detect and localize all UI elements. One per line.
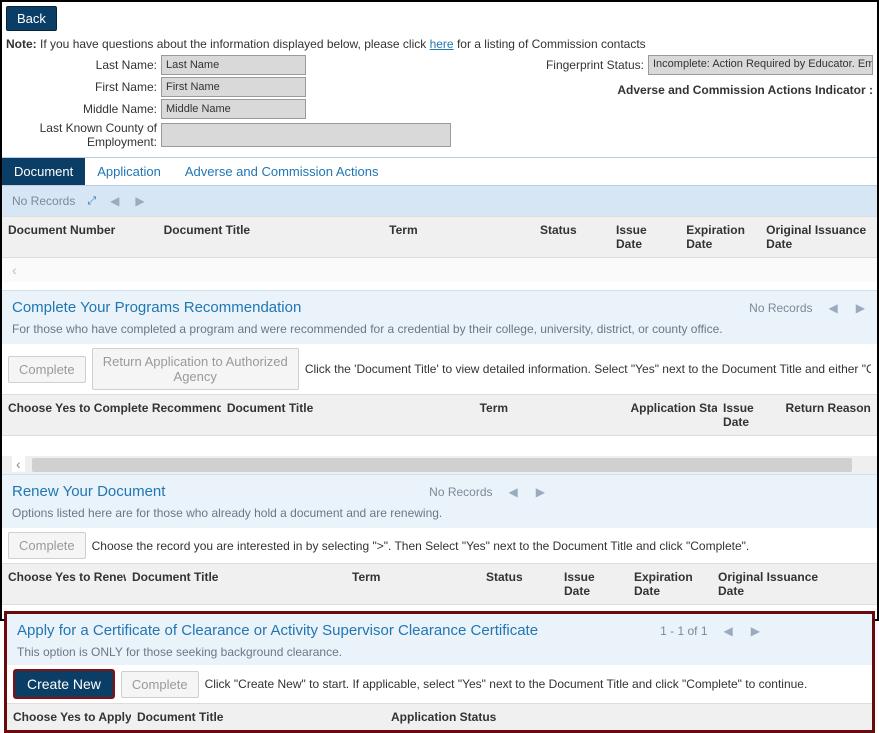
- scroll-chevron-left-icon[interactable]: ‹: [12, 456, 25, 472]
- note-text-after: for a listing of Commission contacts: [454, 37, 646, 51]
- col-term: Term: [383, 217, 534, 257]
- back-button[interactable]: Back: [6, 6, 57, 31]
- contacts-link[interactable]: here: [430, 37, 454, 51]
- renew-section-subtitle: Options listed here are for those who al…: [2, 506, 877, 528]
- fingerprint-label: Fingerprint Status:: [546, 58, 648, 72]
- fingerprint-field[interactable]: Incomplete: Action Required by Educator.…: [648, 55, 873, 75]
- apply-page-text: 1 - 1 of 1: [660, 624, 707, 638]
- renew-complete-button[interactable]: Complete: [8, 532, 86, 559]
- actions-indicator-label: Adverse and Commission Actions Indicator…: [617, 83, 873, 97]
- doc-chevron-row: ‹: [2, 258, 877, 282]
- col-status-3: Status: [480, 564, 558, 604]
- apply-hint: Click "Create New" to start. If applicab…: [205, 677, 808, 691]
- tab-application[interactable]: Application: [85, 158, 173, 185]
- col-exp-3: Expiration Date: [628, 564, 712, 604]
- apply-prev-icon[interactable]: ◀: [722, 624, 735, 638]
- col-doc-title: Document Title: [158, 217, 384, 257]
- apply-section-subtitle: This option is ONLY for those seeking ba…: [7, 645, 872, 665]
- apply-section-highlight: Apply for a Certificate of Clearance or …: [4, 611, 875, 733]
- col-term-3: Term: [346, 564, 480, 604]
- complete-section-subtitle: For those who have completed a program a…: [2, 322, 877, 344]
- middle-name-field[interactable]: Middle Name: [161, 99, 306, 119]
- col-orig-3: Original Issuance Date: [712, 564, 832, 604]
- complete-section-title: Complete Your Programs Recommendation: [12, 299, 301, 316]
- prev-page-icon[interactable]: ◀: [108, 194, 121, 208]
- col-issue-date: Issue Date: [610, 217, 680, 257]
- horizontal-scrollbar[interactable]: ‹: [2, 456, 877, 474]
- col-original-issuance: Original Issuance Date: [760, 217, 877, 257]
- return-app-button[interactable]: Return Application to Authorized Agency: [92, 348, 299, 390]
- col-doc-title-4: Document Title: [131, 704, 385, 730]
- last-name-field[interactable]: Last Name: [161, 55, 306, 75]
- expand-icon[interactable]: ⤢: [87, 195, 96, 208]
- first-name-label: First Name:: [6, 80, 161, 94]
- tab-actions[interactable]: Adverse and Commission Actions: [173, 158, 391, 185]
- scroll-thumb[interactable]: [32, 458, 852, 472]
- apply-next-icon[interactable]: ▶: [749, 624, 762, 638]
- apply-complete-button[interactable]: Complete: [121, 671, 199, 698]
- note-text-before: If you have questions about the informat…: [37, 37, 430, 51]
- no-records-complete: No Records: [749, 301, 812, 315]
- col-choose-yes-renew: Choose Yes to Renew: [2, 564, 126, 604]
- note-row: Note: If you have questions about the in…: [2, 35, 877, 53]
- col-issue-3: Issue Date: [558, 564, 628, 604]
- col-doc-number: Document Number: [2, 217, 158, 257]
- renew-section-titlebar: Renew Your Document No Records ◀ ▶: [2, 474, 877, 508]
- complete-columns-header: Choose Yes to Complete Recommendation Do…: [2, 394, 877, 436]
- next-page-icon[interactable]: ▶: [133, 194, 146, 208]
- col-app-status-4: Application Status: [385, 704, 585, 730]
- col-issue-2: Issue Date: [717, 395, 779, 435]
- col-choose-yes-complete: Choose Yes to Complete Recommendation: [2, 395, 221, 435]
- complete-section-titlebar: Complete Your Programs Recommendation No…: [2, 290, 877, 324]
- col-term-2: Term: [474, 395, 625, 435]
- col-expiration-date: Expiration Date: [680, 217, 760, 257]
- col-status: Status: [534, 217, 610, 257]
- renew-prev-icon[interactable]: ◀: [507, 485, 520, 499]
- no-records-renew: No Records: [429, 485, 492, 499]
- last-name-label: Last Name:: [6, 58, 161, 72]
- col-app-status-2: Application Statu: [624, 395, 717, 435]
- renew-section-title: Renew Your Document: [12, 483, 165, 500]
- col-return-reason: Return Reason: [780, 395, 877, 435]
- county-label: Last Known County of Employment:: [6, 121, 161, 149]
- note-prefix: Note:: [6, 37, 37, 51]
- col-doc-title-3: Document Title: [126, 564, 346, 604]
- col-choose-yes-apply: Choose Yes to Apply: [7, 704, 131, 730]
- apply-section-titlebar: Apply for a Certificate of Clearance or …: [7, 614, 872, 647]
- middle-name-label: Middle Name:: [6, 102, 161, 116]
- col-doc-title-2: Document Title: [221, 395, 474, 435]
- complete-button[interactable]: Complete: [8, 356, 86, 383]
- tab-document[interactable]: Document: [2, 158, 85, 185]
- complete-prev-icon[interactable]: ◀: [827, 301, 840, 315]
- doc-subbar: No Records ⤢ ◀ ▶: [2, 186, 877, 216]
- complete-hint: Click the 'Document Title' to view detai…: [305, 362, 871, 376]
- doc-columns-header: Document Number Document Title Term Stat…: [2, 216, 877, 258]
- renew-next-icon[interactable]: ▶: [534, 485, 547, 499]
- renew-columns-header: Choose Yes to Renew Document Title Term …: [2, 563, 877, 605]
- apply-section-title: Apply for a Certificate of Clearance or …: [17, 622, 538, 639]
- create-new-button[interactable]: Create New: [13, 669, 115, 699]
- no-records-text: No Records: [12, 194, 75, 208]
- county-field[interactable]: [161, 123, 451, 147]
- chevron-left-icon[interactable]: ‹: [12, 262, 17, 278]
- complete-next-icon[interactable]: ▶: [854, 301, 867, 315]
- renew-hint: Choose the record you are interested in …: [92, 539, 750, 553]
- apply-columns-header: Choose Yes to Apply Document Title Appli…: [7, 703, 872, 730]
- first-name-field[interactable]: First Name: [161, 77, 306, 97]
